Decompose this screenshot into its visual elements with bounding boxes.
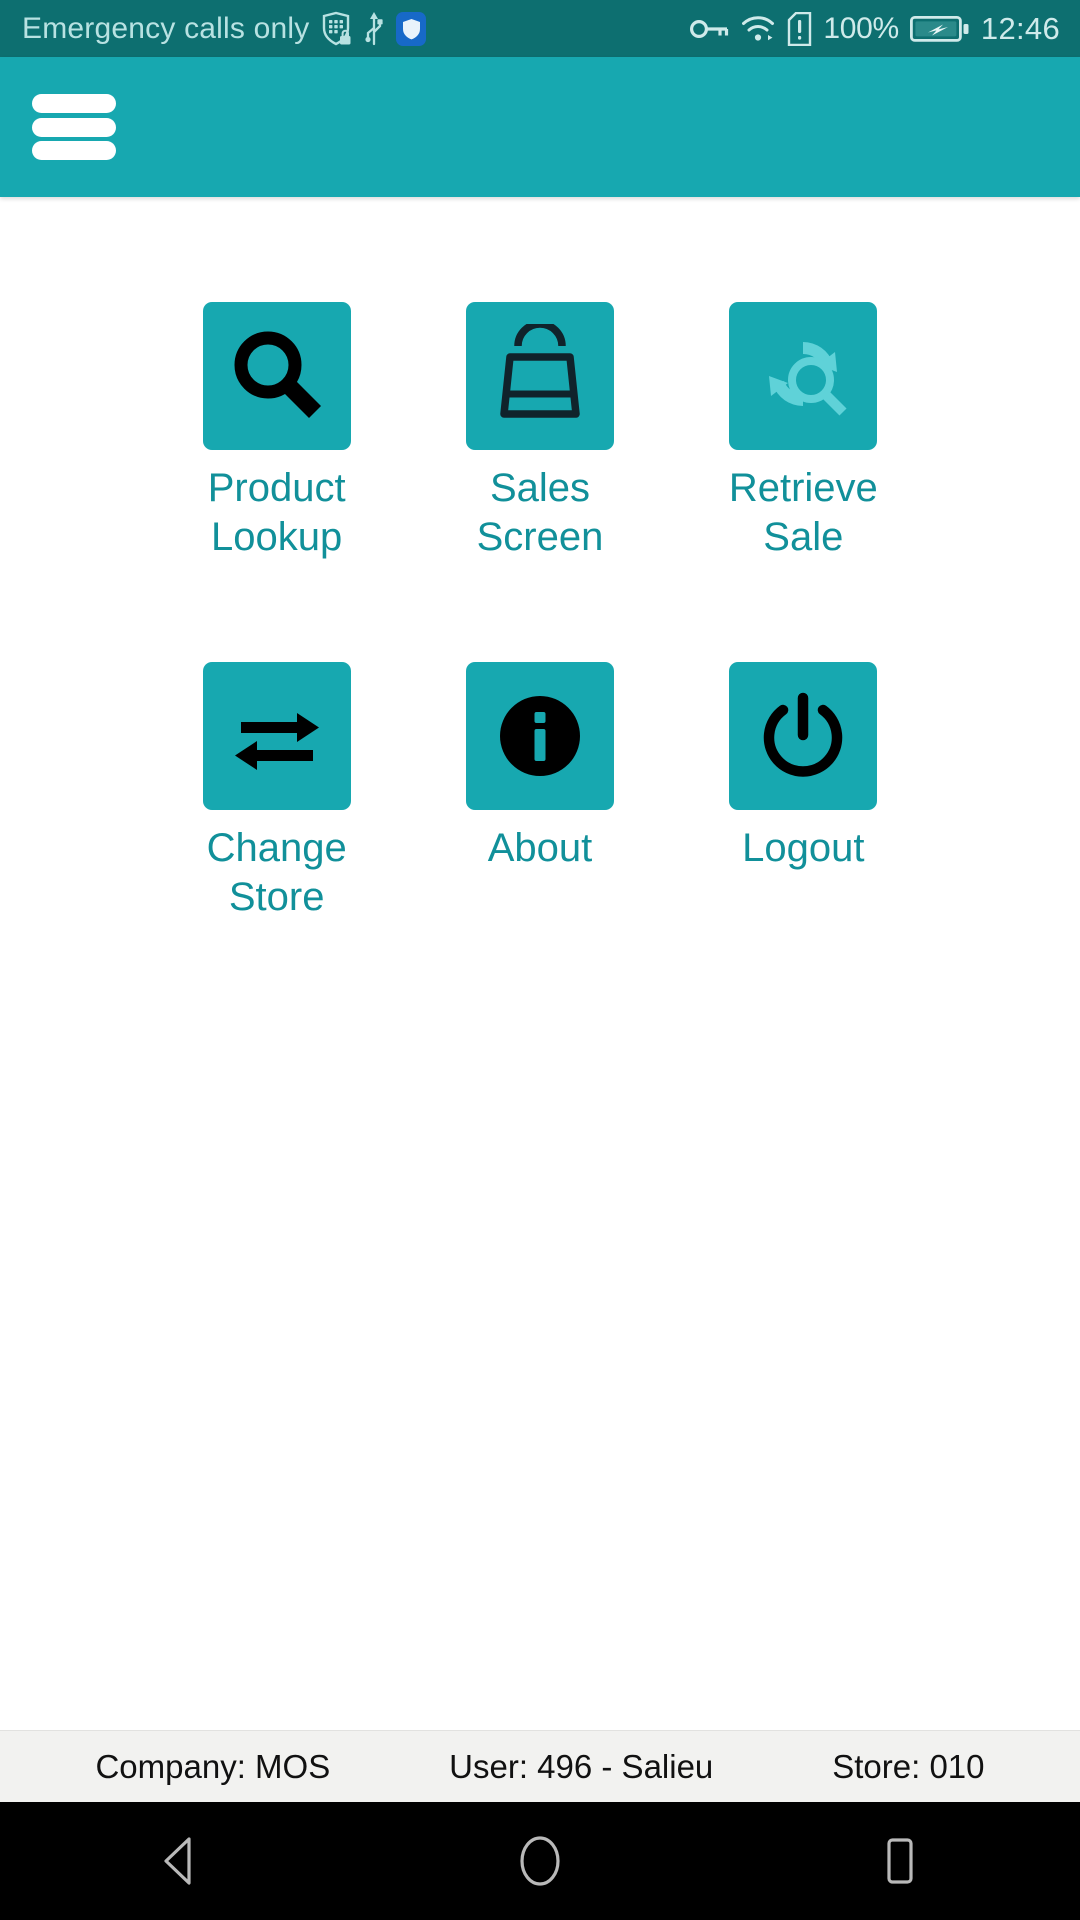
tile-icon-box [465,662,614,810]
wifi-icon [742,15,775,41]
android-nav-bar [0,1802,1080,1920]
tile-sales-screen[interactable]: Sales Screen [408,302,671,562]
status-bar-left: Emergency calls only [22,11,427,47]
nav-home-button[interactable] [465,1802,615,1920]
footer-store: Store: 010 [832,1747,985,1785]
footer-company: Company: MOS [95,1747,331,1785]
tile-label: Sales Screen [476,466,604,559]
status-bar-right: 100% 12:46 [689,11,1060,47]
battery-percent-text: 100% [823,11,899,45]
tile-retrieve-sale[interactable]: Retrieve Sale [672,302,935,562]
sim-alert-icon [788,11,812,46]
tile-icon-box [202,662,351,810]
lock-badge [340,29,351,44]
security-shield-app-icon [396,11,427,46]
nav-recents-button[interactable] [825,1802,975,1920]
tile-change-store[interactable]: Change Store [145,662,408,922]
tile-icon-box [202,302,351,450]
carrier-text: Emergency calls only [22,11,310,45]
shopping-bag-icon [500,324,580,418]
shield-glyph-icon [402,18,420,39]
tile-about[interactable]: About [408,662,671,922]
footer-user: User: 496 - Salieu [449,1747,714,1785]
battery-charging-icon [909,15,969,42]
tile-logout[interactable]: Logout [672,662,935,922]
hamburger-bar-1 [32,94,116,113]
home-circle-icon [520,1836,560,1886]
tile-label: Retrieve Sale [728,466,878,559]
hamburger-bar-3 [32,141,116,160]
hamburger-menu-icon[interactable] [32,90,116,164]
tile-label: Change Store [206,826,347,919]
tile-icon-box [729,662,878,810]
refresh-search-icon [769,342,847,416]
tile-icon-box [465,302,614,450]
clock-text: 12:46 [980,10,1060,46]
tile-label: About [487,826,593,870]
vpn-key-icon [690,19,729,38]
tile-label: Product Lookup [207,466,346,559]
hamburger-bar-2 [32,117,116,137]
info-circle-icon [499,696,580,776]
swap-arrows-icon [234,713,319,770]
main-content: Product Lookup Sales Screen Retrieve Sal… [0,197,1080,1730]
status-footer-bar: Company: MOS User: 496 - Salieu Store: 0… [0,1730,1080,1802]
keypad-shield-lock-icon [323,11,351,45]
home-menu-grid: Product Lookup Sales Screen Retrieve Sal… [145,302,935,922]
power-icon [764,692,843,777]
tile-label: Logout [742,826,865,870]
tile-icon-box [729,302,878,450]
nav-back-button[interactable] [105,1802,255,1920]
status-bar: Emergency calls only 100% 12:46 [0,0,1080,57]
magnifier-icon [234,331,321,419]
back-triangle-icon [164,1837,191,1885]
recents-square-icon [887,1838,913,1884]
app-bar [0,57,1080,197]
usb-icon [365,11,384,45]
tile-product-lookup[interactable]: Product Lookup [145,302,408,562]
